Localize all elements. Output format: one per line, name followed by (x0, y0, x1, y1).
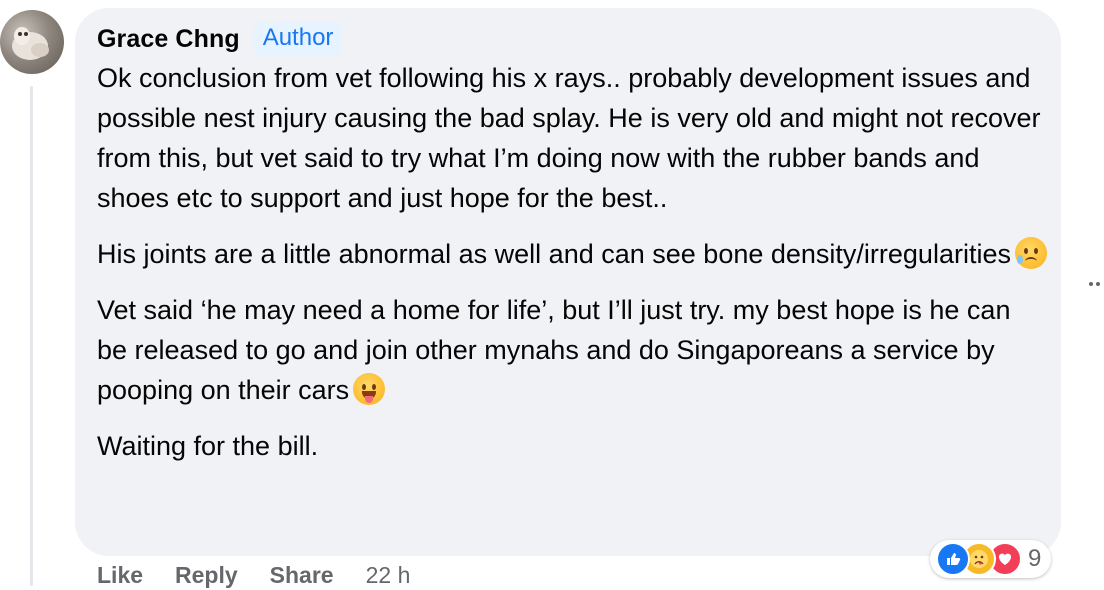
more-options-button[interactable] (1086, 272, 1102, 296)
share-button[interactable]: Share (270, 562, 334, 589)
reaction-count: 9 (1028, 545, 1042, 572)
dot-icon (1095, 282, 1100, 286)
author-badge: Author (253, 22, 343, 56)
dot-icon (1088, 282, 1093, 286)
comment-paragraph: Vet said ‘he may need a home for life’, … (97, 295, 1011, 405)
thread-line (30, 86, 33, 586)
comment-paragraph: His joints are a little abnormal as well… (97, 234, 1047, 274)
comment-paragraph: Waiting for the bill. (97, 431, 319, 461)
author-avatar[interactable] (0, 10, 64, 74)
zany-face-emoji (353, 373, 386, 405)
like-button[interactable]: Like (97, 562, 143, 589)
comment-header: Grace Chng Author (97, 20, 343, 58)
author-name[interactable]: Grace Chng (97, 25, 240, 54)
reactions-summary[interactable]: 9 (930, 540, 1052, 578)
avatar-photo-icon (12, 27, 49, 60)
sad-but-relieved-face-emoji (1014, 237, 1047, 269)
like-icon (936, 542, 970, 576)
comment-body: Ok conclusion from vet following his x r… (97, 58, 1047, 482)
reply-button[interactable]: Reply (175, 562, 238, 589)
comment-timestamp[interactable]: 22 h (366, 562, 411, 589)
comment-paragraph: Ok conclusion from vet following his x r… (97, 63, 1041, 213)
